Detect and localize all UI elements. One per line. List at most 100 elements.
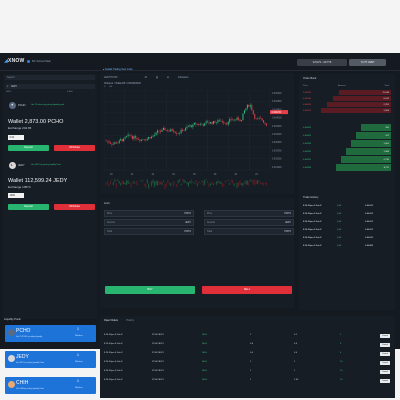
- pair-select[interactable]: ▾ JEDY: [5, 84, 95, 89]
- cancel-order-button[interactable]: Cancel: [380, 342, 390, 347]
- candle-body: [205, 121, 207, 124]
- sell-total-input[interactable]: Total PCHO: [204, 228, 294, 235]
- chart-symbol[interactable]: JEDYPCHO: [104, 76, 118, 79]
- ask-row[interactable]: 0.00426 2,781: [303, 103, 391, 107]
- candle-type-icon[interactable]: ▥: [156, 76, 158, 79]
- jedy-amount-input[interactable]: 1000: [8, 193, 24, 198]
- volume-bar: [114, 179, 116, 182]
- pcho-deposit-button[interactable]: Deposit: [8, 145, 49, 151]
- trade-row: 8:26:53pm 4 Feb 8 0.00 0.00413: [303, 212, 391, 216]
- cancel-order-button[interactable]: Cancel: [380, 351, 390, 356]
- volume-bar: [132, 181, 134, 183]
- sell-button[interactable]: SELL: [202, 286, 292, 294]
- buy-price-input[interactable]: Price PCHO: [104, 210, 194, 217]
- volume-bar: [235, 182, 237, 184]
- tab-open-orders[interactable]: Open Orders: [104, 319, 118, 322]
- liquidity-card-chih[interactable]: CHIH Get CHIH by staking liquidity Pools…: [5, 377, 96, 394]
- volume-bar: [171, 182, 173, 183]
- price-axis-label: 0.005200: [272, 93, 282, 95]
- price-axis-label: 0.002400: [272, 150, 282, 152]
- pool-withdraw-link[interactable]: Withdraw: [75, 335, 83, 337]
- order-row: 8:26:53pm 4 Feb 8 PCHOJEDY SELL 1 1.05 10 Canc…: [104, 378, 390, 383]
- ask-row[interactable]: 0.00430 6,012: [303, 97, 391, 101]
- volume-bar: [105, 182, 107, 186]
- bid-price: 0.00395: [303, 150, 311, 153]
- wallet-address-button[interactable]: 0x5d7b...0d7f78: [297, 59, 347, 66]
- liquidity-card-pcho[interactable]: PCHO Get 70 PCHO by staking liquidity 1 …: [5, 325, 96, 342]
- compare-icon[interactable]: ⊕: [167, 76, 169, 79]
- trade-time: 8:26:53pm 4 Feb 8: [303, 205, 322, 207]
- price-axis-label: 0.004000: [272, 118, 282, 120]
- pool-withdraw-link[interactable]: Withdraw: [75, 387, 83, 389]
- buy-button[interactable]: BUY: [105, 286, 195, 294]
- volume-bar: [214, 182, 216, 184]
- sell-amount-input[interactable]: Amount JEDY: [204, 219, 294, 226]
- cancel-order-button[interactable]: Cancel: [380, 360, 390, 365]
- candle-body: [248, 104, 250, 107]
- pcho-withdraw-button[interactable]: Withdraw: [54, 145, 95, 151]
- chart-interval[interactable]: 1h: [144, 76, 147, 79]
- candle-body: [151, 136, 153, 139]
- cancel-order-button[interactable]: Cancel: [380, 378, 390, 383]
- volume-bar: [218, 180, 220, 184]
- ask-total: 2,781: [383, 103, 389, 106]
- volume-bar: [207, 180, 209, 184]
- tab-history[interactable]: History: [127, 319, 134, 322]
- candle-body: [226, 123, 228, 125]
- ask-row[interactable]: 0.00421 1,204: [303, 109, 391, 113]
- volume-bar: [239, 180, 241, 186]
- order-pair: PCHOJEDY: [152, 352, 164, 354]
- bid-row[interactable]: 0.00405 180: [303, 126, 391, 130]
- buy-total-input[interactable]: Total PCHO: [104, 228, 194, 235]
- buy-amount-input[interactable]: Amount JEDY: [104, 219, 194, 226]
- order-total: 1: [340, 334, 342, 336]
- candle-body: [115, 142, 117, 144]
- indicators-button[interactable]: Indicators: [178, 76, 189, 79]
- volume-bar: [195, 179, 197, 184]
- cancel-order-button[interactable]: Cancel: [380, 333, 390, 338]
- trade-amount: 0.00412: [365, 221, 373, 223]
- order-side: SELL: [202, 370, 208, 372]
- order-type-label[interactable]: Limit: [104, 202, 109, 205]
- pool-withdraw-link[interactable]: Withdraw: [75, 361, 83, 363]
- volume-bar: [165, 183, 167, 187]
- ask-total: 6,012: [383, 97, 389, 100]
- liquidity-card-jedy[interactable]: JEDY Get JEDY by staking liquidity Pools…: [5, 351, 96, 368]
- bid-row[interactable]: 0.00388 8,211: [303, 166, 391, 170]
- chart-mode-toggle[interactable]: ● Default Trading View mode: [103, 69, 133, 71]
- pair-label: JEDY: [6, 91, 12, 93]
- volume-bar: [264, 183, 266, 184]
- bid-row[interactable]: 0.00399 1,005: [303, 142, 391, 146]
- order-amount: 0.4: [294, 352, 298, 354]
- price-chart[interactable]: 0.0052000.0048000.0044000.0040000.003600…: [104, 90, 290, 192]
- search-input[interactable]: Search: [5, 75, 95, 80]
- volume-bar: [248, 181, 250, 186]
- trade-time: 8:26:53pm 4 Feb 8: [303, 213, 322, 215]
- app-logo[interactable]: ◢XNOW: [4, 58, 24, 64]
- jedy-symbol: JEDY: [18, 163, 25, 167]
- bid-total: 4,730: [383, 158, 389, 161]
- pcho-amount-input[interactable]: 0.01: [8, 135, 24, 140]
- jedy-liquidity-note[interactable]: Get JEDY by joining liquidity Pool: [31, 164, 61, 166]
- candle-body: [202, 124, 204, 126]
- candle-body: [133, 136, 135, 139]
- cancel-order-button[interactable]: Cancel: [380, 369, 390, 374]
- wallet-balance-button[interactable]: 73.75 VEBT: [349, 59, 386, 66]
- network-label: BC Testnet Main: [32, 59, 51, 63]
- ask-row[interactable]: 0.00432 11,246: [303, 91, 391, 95]
- bid-row[interactable]: 0.00391 4,730: [303, 158, 391, 162]
- pool-name: JEDY: [16, 354, 29, 360]
- jedy-withdraw-button[interactable]: Withdraw: [54, 204, 95, 210]
- volume-bar: [112, 181, 114, 186]
- bid-row[interactable]: 0.00395 1,988: [303, 150, 391, 154]
- sell-price-input[interactable]: Price PCHO: [204, 210, 294, 217]
- trade-row: 8:26:53pm 4 Feb 8 0.00 0.00415: [303, 204, 391, 208]
- bid-row[interactable]: 0.00403 412: [303, 134, 391, 138]
- volume-bar: [208, 183, 210, 188]
- candle-body: [189, 125, 191, 127]
- order-price: 1: [250, 361, 252, 363]
- volume-bar: [133, 181, 135, 184]
- order-amount: 1.05: [294, 379, 299, 381]
- pcho-liquidity-note[interactable]: Get 70 tokens by joining liquidity pool: [31, 104, 64, 106]
- jedy-deposit-button[interactable]: Deposit: [8, 204, 49, 210]
